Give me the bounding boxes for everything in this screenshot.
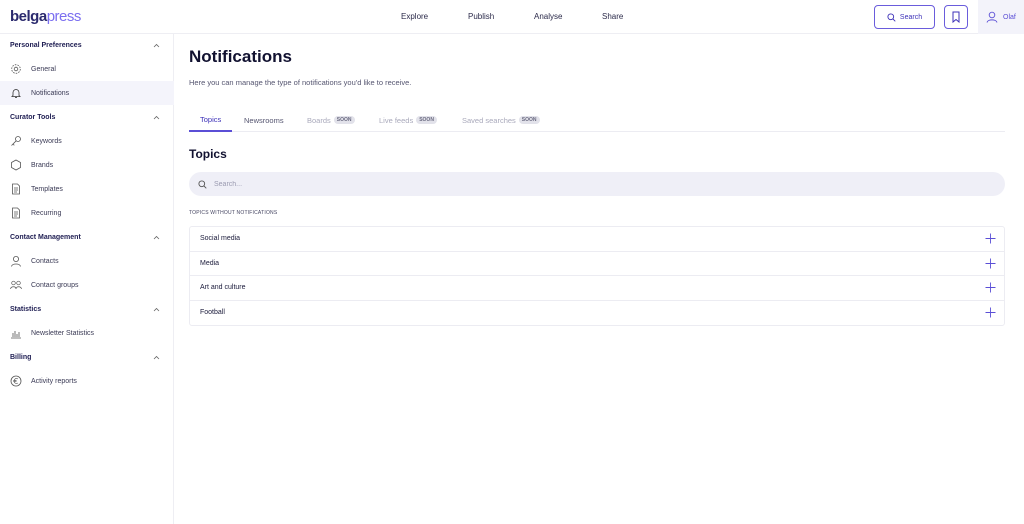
sidebar-item-notifications[interactable]: Notifications bbox=[0, 81, 174, 105]
sidebar-item-brands[interactable]: Brands bbox=[0, 153, 174, 177]
euro-icon bbox=[10, 375, 22, 387]
sidebar-item-keywords[interactable]: Keywords bbox=[0, 129, 174, 153]
document-icon bbox=[12, 207, 20, 219]
nav-share[interactable]: Share bbox=[602, 12, 623, 21]
sidebar-item-general[interactable]: General bbox=[0, 57, 174, 81]
chevron-up-icon bbox=[153, 307, 160, 311]
list-item: Social media bbox=[190, 227, 1004, 252]
chevron-up-icon bbox=[153, 355, 160, 359]
list-caption: TOPICS WITHOUT NOTIFICATIONS bbox=[189, 210, 278, 216]
sidebar-item-label: Keywords bbox=[31, 137, 62, 145]
nav-analyse[interactable]: Analyse bbox=[534, 12, 562, 21]
gear-icon bbox=[11, 64, 21, 74]
sidebar-item-label: Newsletter Statistics bbox=[31, 329, 95, 337]
search-button[interactable]: Search bbox=[874, 5, 935, 29]
sidebar-item-label: General bbox=[31, 65, 56, 73]
soon-badge: SOON bbox=[416, 116, 437, 124]
sidebar-item-label: Activity reports bbox=[31, 377, 77, 385]
sidebar-item-label: Contacts bbox=[31, 257, 59, 265]
plus-icon[interactable] bbox=[985, 282, 996, 293]
soon-badge: SOON bbox=[333, 116, 355, 124]
sidebar-item-activity-reports[interactable]: Activity reports bbox=[0, 369, 174, 393]
plus-icon[interactable] bbox=[985, 258, 996, 269]
search-icon bbox=[198, 179, 207, 189]
key-icon bbox=[11, 136, 21, 146]
sidebar-item-label: Templates bbox=[31, 185, 63, 193]
bar-chart-icon bbox=[11, 331, 21, 339]
sidebar-item-templates[interactable]: Templates bbox=[0, 177, 174, 201]
sidebar-item-label: Notifications bbox=[31, 89, 70, 97]
search-button-label: Search bbox=[899, 13, 923, 21]
section-curator-tools[interactable]: Curator Tools bbox=[0, 106, 174, 128]
search-input[interactable] bbox=[214, 180, 914, 188]
tab-saved-searches: Saved searches SOON bbox=[462, 108, 540, 132]
section-title: Topics bbox=[189, 147, 227, 161]
topic-search-bar[interactable] bbox=[189, 172, 1005, 196]
section-personal-preferences[interactable]: Personal Preferences bbox=[0, 34, 174, 56]
page-title: Notifications bbox=[189, 47, 292, 66]
chevron-up-icon bbox=[153, 235, 160, 239]
nav-publish[interactable]: Publish bbox=[468, 12, 494, 21]
sidebar-item-contacts[interactable]: Contacts bbox=[0, 249, 174, 273]
topic-name: Art and culture bbox=[200, 284, 246, 292]
document-icon bbox=[12, 183, 20, 195]
users-icon bbox=[10, 280, 22, 290]
section-billing[interactable]: Billing bbox=[0, 346, 174, 368]
sidebar-item-newsletter-statistics[interactable]: Newsletter Statistics bbox=[0, 321, 174, 345]
list-item: Football bbox=[190, 301, 1004, 326]
tab-newsrooms[interactable]: Newsrooms bbox=[244, 108, 284, 132]
sidebar-item-contact-groups[interactable]: Contact groups bbox=[0, 273, 174, 297]
user-icon bbox=[986, 11, 998, 23]
soon-badge: SOON bbox=[518, 116, 540, 124]
hexagon-icon bbox=[11, 159, 21, 171]
bell-icon bbox=[11, 89, 21, 98]
list-item: Media bbox=[190, 252, 1004, 276]
user-icon bbox=[11, 256, 21, 267]
plus-icon[interactable] bbox=[985, 307, 996, 318]
search-icon bbox=[887, 12, 896, 22]
user-name: Olaf bbox=[1003, 13, 1016, 21]
tab-topics[interactable]: Topics bbox=[189, 108, 233, 132]
topic-name: Social media bbox=[200, 235, 241, 243]
tab-live-feeds: Live feeds SOON bbox=[379, 108, 437, 132]
bookmark-icon bbox=[952, 11, 960, 23]
topic-list: Social media Media Art and culture Footb… bbox=[189, 226, 1005, 326]
top-bar: belgapress Explore Publish Analyse Share… bbox=[0, 0, 1024, 34]
user-menu[interactable]: Olaf bbox=[978, 0, 1024, 34]
belgapress-logo[interactable]: belgapress bbox=[10, 8, 81, 25]
section-statistics[interactable]: Statistics bbox=[0, 298, 174, 320]
plus-icon[interactable] bbox=[985, 233, 996, 244]
sidebar-item-label: Brands bbox=[31, 161, 54, 169]
sidebar-item-label: Recurring bbox=[31, 209, 62, 217]
sidebar: Personal Preferences General Notificatio… bbox=[0, 34, 174, 524]
nav-explore[interactable]: Explore bbox=[401, 12, 428, 21]
main-content: Notifications Here you can manage the ty… bbox=[189, 34, 1005, 524]
list-item: Art and culture bbox=[190, 276, 1004, 301]
topic-name: Media bbox=[200, 259, 220, 267]
topic-name: Football bbox=[200, 309, 225, 317]
tab-bar: Topics Newsrooms Boards SOON Live feeds SO… bbox=[189, 108, 1005, 132]
page-subtitle: Here you can manage the type of notifica… bbox=[189, 78, 412, 87]
chevron-up-icon bbox=[153, 115, 160, 119]
section-contact-management[interactable]: Contact Management bbox=[0, 226, 174, 248]
sidebar-item-recurring[interactable]: Recurring bbox=[0, 201, 174, 225]
sidebar-item-label: Contact groups bbox=[31, 281, 79, 289]
tab-boards: Boards SOON bbox=[307, 108, 355, 132]
chevron-up-icon bbox=[153, 43, 160, 47]
bookmark-button[interactable] bbox=[944, 5, 968, 29]
